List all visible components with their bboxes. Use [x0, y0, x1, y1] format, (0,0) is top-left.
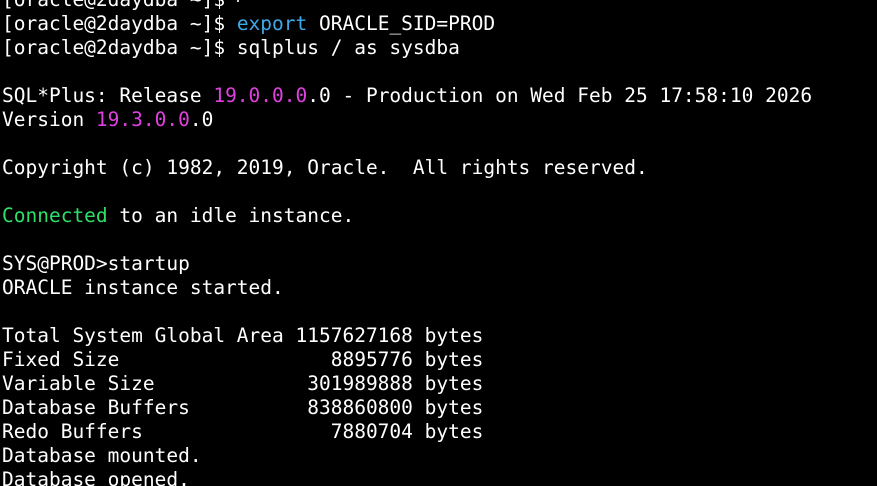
terminal-line-partial: [oracle@2daydba ~]$ — [2, 0, 812, 12]
terminal-line-export: [oracle@2daydba ~]$ export ORACLE_SID=PR… — [2, 12, 812, 36]
export-command: export — [236, 12, 308, 35]
sga-fixed-size-line: Fixed Size 8895776 bytes — [2, 348, 484, 371]
export-args: ORACLE_SID=PROD — [307, 12, 496, 35]
sqlplus-command: sqlplus / as sysdba — [236, 36, 460, 59]
scroll-remnant-cursor — [236, 0, 239, 2]
terminal-line-sqlplus: [oracle@2daydba ~]$ sqlplus / as sysdba — [2, 36, 812, 60]
copyright-line: Copyright (c) 1982, 2019, Oracle. All ri… — [2, 156, 648, 179]
version-suffix: .0 — [189, 108, 214, 131]
release-prefix: SQL*Plus: Release — [2, 84, 214, 107]
database-mounted-line: Database mounted. — [2, 444, 202, 467]
shell-prompt: [oracle@2daydba ~]$ — [2, 36, 237, 59]
terminal-window[interactable]: [oracle@2daydba ~]$ [oracle@2daydba ~]$ … — [0, 0, 877, 486]
shell-prompt: [oracle@2daydba ~]$ — [2, 12, 237, 35]
sga-redo-buffers-line: Redo Buffers 7880704 bytes — [2, 420, 484, 443]
sga-total-line: Total System Global Area 1157627168 byte… — [2, 324, 484, 347]
instance-started-line: ORACLE instance started. — [2, 276, 284, 299]
sga-variable-size-line: Variable Size 301989888 bytes — [2, 372, 484, 395]
sga-database-buffers-line: Database Buffers 838860800 bytes — [2, 396, 484, 419]
startup-command-line: SYS@PROD>startup — [2, 252, 190, 275]
version-line: Version 19.3.0.0.0 — [2, 108, 812, 132]
connected-line: Connected to an idle instance. — [2, 204, 812, 228]
database-opened-line: Database opened. — [2, 468, 190, 486]
release-line: SQL*Plus: Release 19.0.0.0.0 - Productio… — [2, 84, 812, 108]
shell-prompt: [oracle@2daydba ~]$ — [2, 0, 237, 11]
version-prefix: Version — [2, 108, 96, 131]
connected-word: Connected — [2, 204, 108, 227]
connected-rest: to an idle instance. — [107, 204, 355, 227]
terminal-output: [oracle@2daydba ~]$ [oracle@2daydba ~]$ … — [2, 0, 812, 486]
release-number: 19.0.0.0 — [213, 84, 308, 107]
release-suffix: .0 - Production on Wed Feb 25 17:58:10 2… — [307, 84, 813, 107]
version-number: 19.3.0.0 — [95, 108, 190, 131]
